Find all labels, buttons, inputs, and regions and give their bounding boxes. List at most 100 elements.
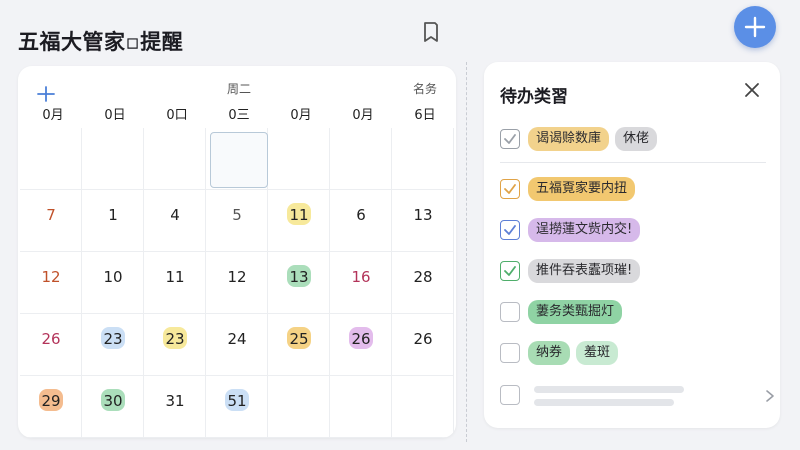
calendar-cell[interactable] (268, 128, 330, 190)
todo-item[interactable]: 谒谒赊数庫 休佬 (500, 126, 770, 152)
plus-icon (744, 16, 766, 38)
divider (466, 62, 467, 442)
calendar-cell[interactable]: 31 (144, 376, 206, 438)
calendar-cell[interactable]: 23 (144, 314, 206, 376)
calendar-cell[interactable] (392, 128, 454, 190)
close-icon[interactable] (742, 80, 762, 100)
calendar-cell[interactable] (82, 128, 144, 190)
todo-checkbox[interactable] (500, 261, 520, 281)
todo-item[interactable]: 纳券 羞斑 (500, 340, 770, 366)
checkmark-icon (504, 266, 516, 276)
app-window: 五福大管家▫提醒 0月 0日 0口 周二 0三 0月 0月 名务 6日 7 1 4 5 11 6 13 12 1… (0, 0, 800, 450)
date-number: 26 (41, 330, 61, 348)
calendar-cell[interactable]: 26 (392, 314, 454, 376)
todo-checkbox[interactable] (500, 385, 520, 405)
todo-tag: 推件吞表蠹项璀! (528, 259, 641, 283)
calendar-cell[interactable]: 24 (206, 314, 268, 376)
todo-checkbox[interactable] (500, 343, 520, 363)
calendar-card: 0月 0日 0口 周二 0三 0月 0月 名务 6日 7 1 4 5 11 6 13 12 10 11 12 13 16… (18, 66, 456, 438)
calendar-cell[interactable] (330, 128, 392, 190)
page-title: 五福大管家▫提醒 (18, 30, 184, 54)
todo-item[interactable]: 推件吞表蠹项璀! (500, 258, 770, 284)
date-number: 31 (165, 392, 185, 410)
weekday-header: 0日 (84, 66, 146, 128)
calendar-cell[interactable]: 28 (392, 252, 454, 314)
calendar-cell[interactable]: 4 (144, 190, 206, 252)
todo-tag: 羞斑 (576, 341, 619, 365)
weekday-label: 6日 (414, 108, 436, 123)
todo-tag: 谒谒赊数庫 (528, 127, 610, 151)
weekday-top-label: 名务 (412, 82, 437, 96)
calendar-cell[interactable]: 11 (268, 190, 330, 252)
calendar-cell[interactable]: 11 (144, 252, 206, 314)
calendar-cell[interactable]: 13 (268, 252, 330, 314)
weekday-label: 0月 (42, 108, 64, 123)
date-number: 4 (170, 206, 180, 224)
calendar-cell[interactable]: 5 (206, 190, 268, 252)
add-button[interactable] (734, 6, 776, 48)
date-number: 13 (289, 268, 309, 286)
calendar-cell[interactable]: 1 (82, 190, 144, 252)
calendar-cell[interactable]: 16 (330, 252, 392, 314)
calendar-cell[interactable] (392, 376, 454, 438)
date-number: 10 (103, 268, 123, 286)
todo-checkbox[interactable] (500, 302, 520, 322)
calendar-cell[interactable]: 13 (392, 190, 454, 252)
checkmark-icon (504, 225, 516, 235)
date-number: 16 (351, 268, 371, 286)
calendar-cell[interactable]: 6 (330, 190, 392, 252)
todo-item[interactable]: 逞撈蓮文赀内交! (500, 217, 770, 243)
calendar-cell[interactable]: 30 (82, 376, 144, 438)
calendar-cell[interactable]: 7 (20, 190, 82, 252)
date-number: 28 (413, 268, 433, 286)
calendar-cell[interactable] (330, 376, 392, 438)
weekday-header: 名务 6日 (394, 66, 456, 128)
date-number: 25 (289, 330, 309, 348)
weekday-label: 0月 (352, 108, 374, 123)
date-number: 12 (227, 268, 247, 286)
chevron-right-icon[interactable] (764, 388, 776, 402)
todo-placeholder-row (500, 382, 774, 408)
todo-item[interactable]: 五福覔家要内扭 (500, 176, 770, 202)
weekday-header: 周二 0三 (208, 66, 270, 128)
skeleton-line (534, 399, 674, 406)
date-number: 7 (46, 206, 56, 224)
checkmark-icon (504, 184, 516, 194)
date-number: 29 (41, 392, 61, 410)
date-number: 26 (351, 330, 371, 348)
date-number: 1 (108, 206, 118, 224)
date-number: 6 (356, 206, 366, 224)
date-number: 51 (227, 392, 247, 410)
bookmark-icon[interactable] (420, 20, 442, 44)
date-number: 30 (103, 392, 123, 410)
date-number: 12 (41, 268, 61, 286)
calendar-cell[interactable] (20, 128, 82, 190)
todo-checkbox[interactable] (500, 220, 520, 240)
date-number: 5 (232, 206, 242, 224)
calendar-cell[interactable]: 12 (206, 252, 268, 314)
todo-checkbox[interactable] (500, 179, 520, 199)
calendar-cell[interactable]: 29 (20, 376, 82, 438)
todo-checkbox[interactable] (500, 129, 520, 149)
todo-divider (500, 162, 766, 163)
todo-tag: 休佬 (615, 127, 658, 151)
calendar-cell[interactable] (144, 128, 206, 190)
calendar-cell-selected[interactable] (206, 128, 268, 190)
date-number: 11 (165, 268, 185, 286)
todo-panel: 待办类習 谒谒赊数庫 休佬 五福覔家要内扭 逞撈蓮文赀内交! 推件吞表蠹项璀! 萋务类甄掘… (484, 62, 780, 428)
calendar-cell[interactable]: 23 (82, 314, 144, 376)
calendar-cell[interactable]: 12 (20, 252, 82, 314)
todo-item[interactable]: 萋务类甄掘灯 (500, 299, 770, 325)
calendar-cell[interactable]: 26 (330, 314, 392, 376)
calendar-cell[interactable] (268, 376, 330, 438)
date-number: 23 (165, 330, 185, 348)
checkmark-icon (504, 134, 516, 144)
calendar-cell[interactable]: 51 (206, 376, 268, 438)
calendar-cell[interactable]: 26 (20, 314, 82, 376)
calendar-cell[interactable]: 10 (82, 252, 144, 314)
calendar-cell[interactable]: 25 (268, 314, 330, 376)
weekday-header: 0口 (146, 66, 208, 128)
weekday-header: 0月 (22, 66, 84, 128)
todo-tag: 萋务类甄掘灯 (528, 300, 623, 324)
todo-tag: 逞撈蓮文赀内交! (528, 218, 641, 242)
